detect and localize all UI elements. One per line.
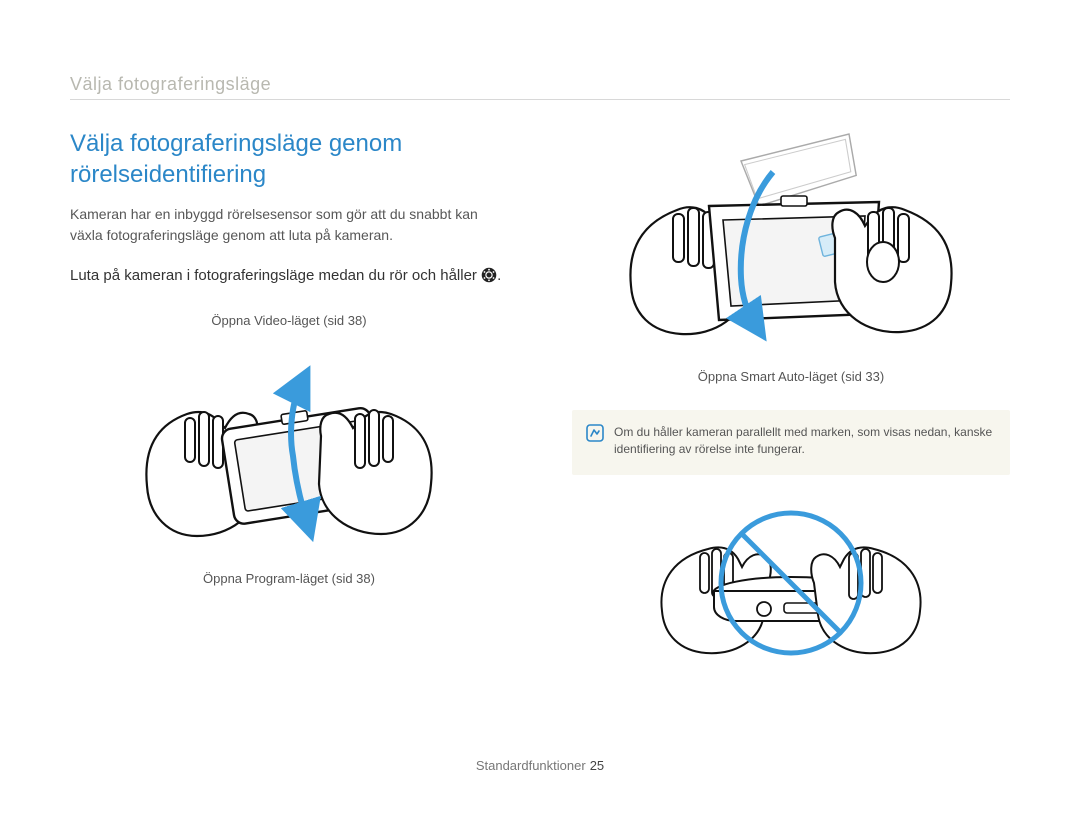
footer-page-number: 25 xyxy=(590,758,604,773)
tilt-forward-illustration xyxy=(621,128,961,363)
caption-video-mode: Öppna Video-läget (sid 38) xyxy=(211,313,366,328)
footer-section-label: Standardfunktioner xyxy=(476,758,586,773)
tilt-vertical-illustration xyxy=(139,346,439,561)
caption-smart-auto: Öppna Smart Auto-läget (sid 33) xyxy=(698,369,884,384)
parallel-hold-illustration xyxy=(572,493,1010,663)
intro-paragraph: Kameran har en inbyggd rörelsesensor som… xyxy=(70,204,508,245)
content-columns: Välja fotograferingsläge genom rörelseid… xyxy=(70,128,1010,663)
right-figure-block: Öppna Smart Auto-läget (sid 33) xyxy=(572,128,1010,384)
instruction-pre: Luta på kameran i fotograferingsläge med… xyxy=(70,267,481,284)
instruction-text: Luta på kameran i fotograferingsläge med… xyxy=(70,265,508,288)
right-column: Öppna Smart Auto-läget (sid 33) Om du hå… xyxy=(572,128,1010,663)
mode-dial-icon xyxy=(481,267,497,283)
divider xyxy=(70,99,1010,100)
note-icon xyxy=(586,424,604,459)
section-heading: Välja fotograferingsläge genom rörelseid… xyxy=(70,128,508,190)
left-figure-block: Öppna Video-läget (sid 38) xyxy=(70,313,508,586)
breadcrumb: Välja fotograferingsläge xyxy=(70,74,1010,95)
manual-page: Välja fotograferingsläge Välja fotografe… xyxy=(0,0,1080,815)
note-text: Om du håller kameran parallellt med mark… xyxy=(614,424,994,459)
instruction-post: . xyxy=(497,267,501,284)
page-footer: Standardfunktioner 25 xyxy=(0,758,1080,773)
note-box: Om du håller kameran parallellt med mark… xyxy=(572,410,1010,475)
caption-program-mode: Öppna Program-läget (sid 38) xyxy=(203,571,375,586)
left-column: Välja fotograferingsläge genom rörelseid… xyxy=(70,128,508,663)
